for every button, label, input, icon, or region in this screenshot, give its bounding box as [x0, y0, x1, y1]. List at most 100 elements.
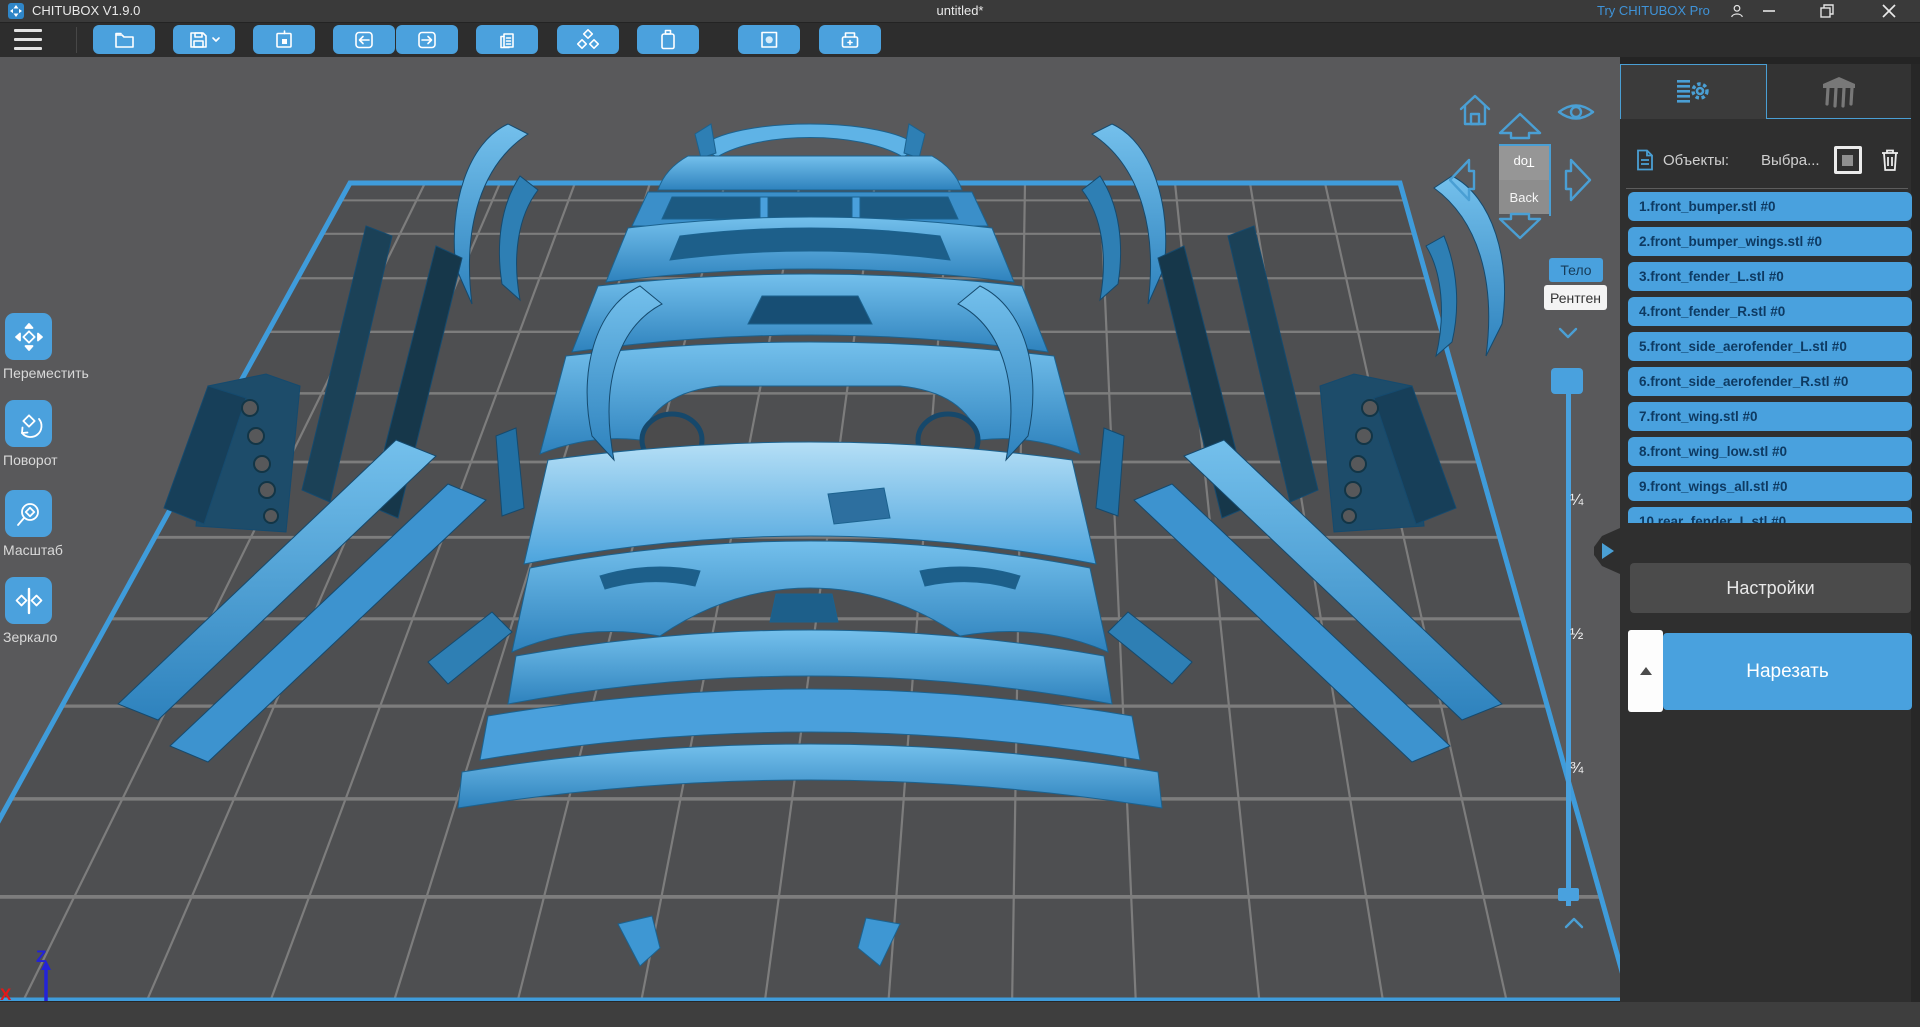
object-list-item[interactable]: 6.front_side_aerofender_R.stl #0: [1628, 367, 1912, 396]
delete-button[interactable]: [1880, 148, 1900, 172]
open-file-button[interactable]: [93, 25, 155, 54]
panel-collapse-handle[interactable]: [1594, 528, 1620, 574]
chitubox-window: { "window": { "app_name": "CHITUBOX V1.9…: [0, 0, 1920, 1027]
document-icon: [1637, 149, 1653, 171]
dig-hole-button[interactable]: [738, 25, 800, 54]
arrow-left-icon: [355, 31, 373, 48]
panel-tabs: [1620, 64, 1911, 119]
tab-supports[interactable]: [1766, 64, 1911, 119]
minimize-button[interactable]: [1752, 0, 1786, 22]
printer-button[interactable]: [819, 25, 881, 54]
home-icon: [1459, 94, 1491, 126]
rotate-view-up-button[interactable]: [1494, 108, 1546, 147]
status-bar: [0, 1001, 1920, 1027]
chevron-down-icon: [1558, 327, 1578, 339]
mode-body-button[interactable]: Тело: [1549, 258, 1603, 282]
printer-icon: [841, 31, 859, 48]
auto-layout-button[interactable]: [557, 25, 619, 54]
object-list-item[interactable]: 8.front_wing_low.stl #0: [1628, 437, 1912, 466]
select-all-checkbox[interactable]: [1833, 146, 1862, 174]
home-view-button[interactable]: [1455, 92, 1495, 135]
mirror-button[interactable]: [5, 577, 52, 624]
settings-button[interactable]: Настройки: [1630, 563, 1911, 613]
tool-rotate: Поворот: [3, 400, 58, 468]
objects-header-row: Объекты: Выбра...: [1636, 144, 1906, 176]
panel-top-strip: [1620, 56, 1920, 64]
slice-slider-bottom-handle[interactable]: [1558, 888, 1579, 901]
model-part-roof: [657, 155, 963, 191]
slider-label-quarter: ¼: [1570, 492, 1584, 509]
objects-label: Объекты:: [1663, 151, 1730, 169]
slice-button[interactable]: Нарезать: [1663, 633, 1912, 710]
resin-button[interactable]: [637, 25, 699, 54]
panel-scrollbar-track[interactable]: [1911, 64, 1920, 1002]
close-button[interactable]: [1872, 0, 1906, 22]
object-list-item[interactable]: 7.front_wing.stl #0: [1628, 402, 1912, 431]
object-list-item[interactable]: 4.front_fender_R.stl #0: [1628, 297, 1912, 326]
model-part-window-frame-inner: [661, 196, 959, 220]
arrow-left-icon: [1448, 158, 1476, 202]
hole-icon: [761, 31, 778, 48]
eye-icon: [1557, 104, 1595, 120]
capture-button[interactable]: [253, 25, 315, 54]
slider-label-half: ½: [1570, 626, 1584, 643]
object-list: 1.front_bumper.stl #0 2.front_bumper_wing…: [1628, 192, 1912, 523]
object-list-item[interactable]: 2.front_bumper_wings.stl #0: [1628, 227, 1912, 256]
model-part-wing-endplate-left: [694, 123, 717, 159]
toolbar: [0, 22, 1920, 57]
tab-slice-settings[interactable]: [1620, 64, 1767, 119]
selected-label: Выбра...: [1761, 151, 1820, 169]
toolbar-divider: [76, 27, 77, 53]
mirror-icon: [15, 587, 42, 614]
move-label: Переместить: [3, 365, 89, 381]
try-pro-link[interactable]: Try CHITUBOX Pro: [1597, 3, 1710, 18]
cubes-icon: [576, 28, 600, 49]
tool-mirror: Зеркало: [3, 577, 58, 645]
model-part-bracket: [163, 373, 301, 533]
mode-xray-button[interactable]: Рентген: [1544, 285, 1607, 310]
tool-scale: Масштаб: [3, 490, 63, 558]
arrow-right-icon: [418, 31, 436, 48]
mirror-label: Зеркало: [3, 629, 58, 645]
view-cube[interactable]: Top Back: [1499, 144, 1551, 216]
settings-list-gear-icon: [1677, 80, 1709, 103]
account-icon[interactable]: [1727, 2, 1747, 20]
redo-button[interactable]: [396, 25, 458, 54]
object-list-item[interactable]: 3.front_fender_L.stl #0: [1628, 262, 1912, 291]
object-list-item[interactable]: 10.rear_fender_L.stl #0: [1628, 507, 1912, 523]
save-icon: [190, 31, 220, 48]
save-file-button[interactable]: [173, 25, 235, 54]
restore-button[interactable]: [1810, 0, 1844, 22]
object-list-item[interactable]: 1.front_bumper.stl #0: [1628, 192, 1912, 221]
scale-button[interactable]: [5, 490, 52, 537]
slider-step-down-button[interactable]: [1556, 326, 1580, 345]
slice-slider-top-handle[interactable]: [1551, 368, 1583, 394]
slider-label-three-quarter: ¾: [1570, 760, 1584, 777]
slice-expand-button[interactable]: [1628, 630, 1663, 712]
undo-button[interactable]: [333, 25, 395, 54]
object-list-item[interactable]: 9.front_wings_all.stl #0: [1628, 472, 1912, 501]
slider-step-up-button[interactable]: [1562, 916, 1586, 935]
triangle-up-icon: [1639, 667, 1652, 675]
axis-z-label: Z: [36, 947, 46, 966]
model-part-front-wing: [699, 123, 921, 158]
rotate-button[interactable]: [5, 400, 52, 447]
right-panel: Объекты: Выбра... 1.front_bumper.stl #0 2…: [1620, 56, 1920, 1002]
folder-open-icon: [115, 32, 134, 48]
arrow-down-icon: [1498, 212, 1542, 240]
view-cube-back-face[interactable]: Back: [1499, 180, 1549, 214]
view-cube-top-face[interactable]: Top: [1499, 144, 1549, 180]
rotate-view-right-button[interactable]: [1562, 154, 1596, 211]
rotate-view-left-button[interactable]: [1444, 154, 1478, 211]
move-icon: [14, 322, 43, 351]
rotate-view-down-button[interactable]: [1494, 210, 1546, 249]
clone-button[interactable]: [476, 25, 538, 54]
trash-icon: [1881, 149, 1898, 171]
menu-button[interactable]: [14, 29, 42, 50]
visibility-button[interactable]: [1556, 98, 1596, 131]
arrow-up-icon: [1498, 112, 1542, 140]
object-list-item[interactable]: 5.front_side_aerofender_L.stl #0: [1628, 332, 1912, 361]
copy-icon: [500, 32, 514, 48]
move-button[interactable]: [5, 313, 52, 360]
chevron-down-icon: [212, 36, 220, 42]
